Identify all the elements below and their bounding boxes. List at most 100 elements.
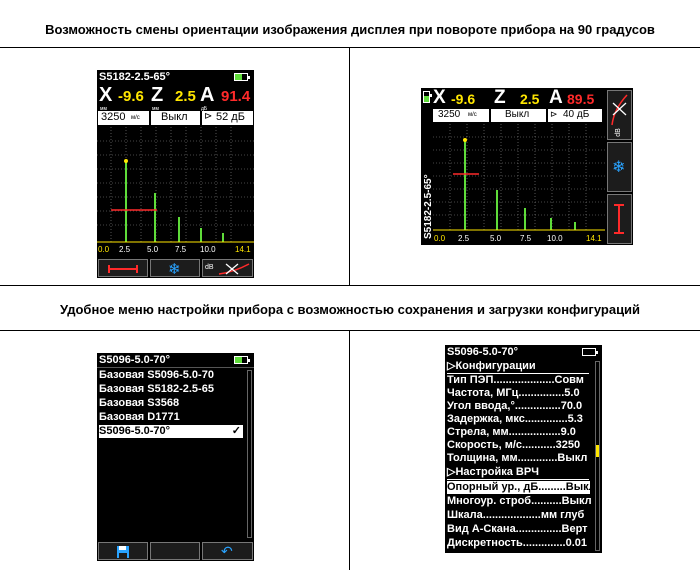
- menu-row-frequency[interactable]: Частота, МГц...............5.0: [447, 387, 580, 400]
- scrollbar-thumb[interactable]: [596, 445, 599, 457]
- config-title: S5096-5.0-70°: [99, 354, 171, 366]
- battery-icon: [423, 91, 432, 103]
- config-list-screen: S5096-5.0-70° Базовая S5096-5.0-70 Базов…: [97, 353, 254, 561]
- menu-row-angle[interactable]: Угол ввода,°...............70.0: [447, 400, 582, 413]
- scale-tick: 2.5: [119, 245, 131, 254]
- menu-row-delay[interactable]: Задержка, мкс..............5.3: [447, 413, 583, 426]
- tvg-curve-icon: [218, 263, 250, 275]
- a-label: A: [200, 84, 215, 106]
- section-configurations[interactable]: ▷Конфигурации: [447, 360, 536, 373]
- battery-icon: [234, 356, 250, 364]
- divider-vertical-top: [349, 47, 350, 285]
- gain-value: 52 дБ: [216, 111, 245, 123]
- freeze-button[interactable]: ❄: [607, 142, 632, 192]
- mode-box[interactable]: Выкл: [151, 111, 200, 125]
- landscape-scan-screen: S5182-2.5-65° X -9.6 Z 2.5 A 89.5 3250 м…: [421, 88, 633, 245]
- scale-tick: 0.0: [98, 245, 110, 254]
- menu-row-arrow[interactable]: Стрела, мм.................9.0: [447, 426, 576, 439]
- speed-value: 3250: [101, 111, 126, 123]
- freeze-icon: ❄: [612, 159, 626, 176]
- gain-box[interactable]: ⊳ 52 дБ: [202, 111, 253, 125]
- scale-tick: 0.0: [434, 234, 446, 243]
- gain-box[interactable]: ⊳ 40 дБ: [548, 109, 602, 122]
- divider-middle: [0, 285, 700, 286]
- speed-box[interactable]: 3250 м/с: [433, 109, 489, 122]
- config-item[interactable]: Базовая S3568: [99, 397, 179, 410]
- battery-icon: [582, 348, 598, 356]
- speed-box[interactable]: 3250 м/с: [98, 111, 149, 125]
- section-label: Настройка ВРЧ: [455, 466, 539, 478]
- config-item[interactable]: Базовая D1771: [99, 411, 180, 424]
- scrollbar[interactable]: [247, 370, 252, 538]
- speed-value: 3250: [438, 109, 461, 120]
- save-button[interactable]: [98, 542, 148, 560]
- menu-row-thickness[interactable]: Толщина, мм.............Выкл: [447, 452, 587, 465]
- divider-bottom-top: [0, 330, 700, 331]
- config-item-label: S5096-5.0-70°: [99, 425, 171, 437]
- menu-row-resolution[interactable]: Дискретность..............0.01: [447, 537, 587, 550]
- menu-row-probe-type[interactable]: Тип ПЭП....................Совм: [447, 374, 584, 387]
- heading-menu: Удобное меню настройки прибора с возможн…: [59, 302, 641, 317]
- scale-tick: 7.5: [520, 234, 532, 243]
- gate-icon: [614, 204, 624, 234]
- scale-tick: 5.0: [490, 234, 502, 243]
- x-value: -9.6: [451, 91, 476, 107]
- landscape-ascan-plot: 0.0 2.5 5.0 7.5 10.0 14.1: [433, 124, 605, 243]
- back-arrow-icon: ↶: [221, 543, 233, 559]
- scrollbar[interactable]: [595, 361, 600, 551]
- menu-row-ascan-view[interactable]: Вид А-Скана...............Верт: [447, 523, 588, 536]
- speed-unit: м/с: [131, 115, 140, 121]
- mode-box[interactable]: Выкл: [491, 109, 546, 122]
- tvg-curve-icon: [611, 94, 628, 126]
- gate-icon: [108, 265, 138, 273]
- tvg-button[interactable]: dB: [202, 259, 253, 277]
- gain-icon: ⊳: [204, 111, 213, 122]
- z-label: Z: [494, 88, 506, 108]
- peak-marker: [463, 138, 467, 142]
- freeze-button[interactable]: ❄: [150, 259, 200, 278]
- battery-icon: [234, 73, 250, 81]
- a-value: 91.4: [221, 88, 251, 105]
- db-label: dB: [614, 128, 622, 137]
- section-tvg[interactable]: ▷Настройка ВРЧ: [447, 466, 539, 479]
- config-item[interactable]: Базовая S5182-2.5-65: [99, 383, 214, 396]
- check-icon: ✓: [231, 425, 241, 437]
- x-value: -9.6: [118, 88, 144, 105]
- scale-tick: 14.1: [235, 245, 251, 254]
- heading-orientation: Возможность смены ориентации изображения…: [45, 22, 655, 37]
- divider-vertical-bottom: [349, 330, 350, 570]
- scale-tick: 10.0: [200, 245, 216, 254]
- tvg-button[interactable]: dB: [607, 90, 632, 140]
- config-item[interactable]: Базовая S5096-5.0-70: [99, 369, 214, 382]
- empty-button[interactable]: [150, 542, 200, 560]
- scale-tick: 5.0: [147, 245, 159, 254]
- settings-menu-screen: S5096-5.0-70° ▷Конфигурации Тип ПЭП.....…: [445, 345, 602, 553]
- a-value: 89.5: [567, 91, 595, 107]
- mode-value: Выкл: [161, 111, 188, 123]
- db-label: dB: [205, 264, 214, 271]
- x-label: X: [99, 84, 113, 106]
- menu-row-reference-level[interactable]: Опорный ур., дБ.........Выкл: [447, 481, 596, 494]
- z-value: 2.5: [175, 88, 196, 105]
- mode-value: Выкл: [505, 109, 530, 120]
- back-button[interactable]: ↶: [202, 542, 253, 560]
- scale-tick: 14.1: [586, 234, 602, 243]
- a-label: A: [549, 88, 563, 108]
- gain-icon: ⊳: [550, 109, 558, 119]
- settings-title: S5096-5.0-70°: [447, 346, 519, 358]
- x-label: X: [433, 88, 446, 108]
- menu-row-scale[interactable]: Шкала...................мм глуб: [447, 509, 584, 522]
- save-icon: [117, 546, 129, 558]
- probe-title: S5182-2.5-65°: [99, 71, 171, 83]
- config-item-selected[interactable]: S5096-5.0-70° ✓: [99, 425, 243, 438]
- gate-button[interactable]: [607, 194, 632, 244]
- z-value: 2.5: [520, 91, 540, 107]
- portrait-scan-screen: S5182-2.5-65° X мм -9.6 Z мм 2.5 A дБ 91…: [97, 70, 254, 278]
- freeze-icon: ❄: [168, 261, 181, 278]
- gate-button[interactable]: [98, 259, 148, 277]
- scale-tick: 2.5: [458, 234, 470, 243]
- menu-row-speed[interactable]: Скорость, м/с...........3250: [447, 439, 580, 452]
- peak-marker: [124, 159, 128, 163]
- menu-row-multilevel-gate[interactable]: Многоур. строб..........Выкл: [447, 495, 592, 508]
- z-label: Z: [151, 84, 164, 106]
